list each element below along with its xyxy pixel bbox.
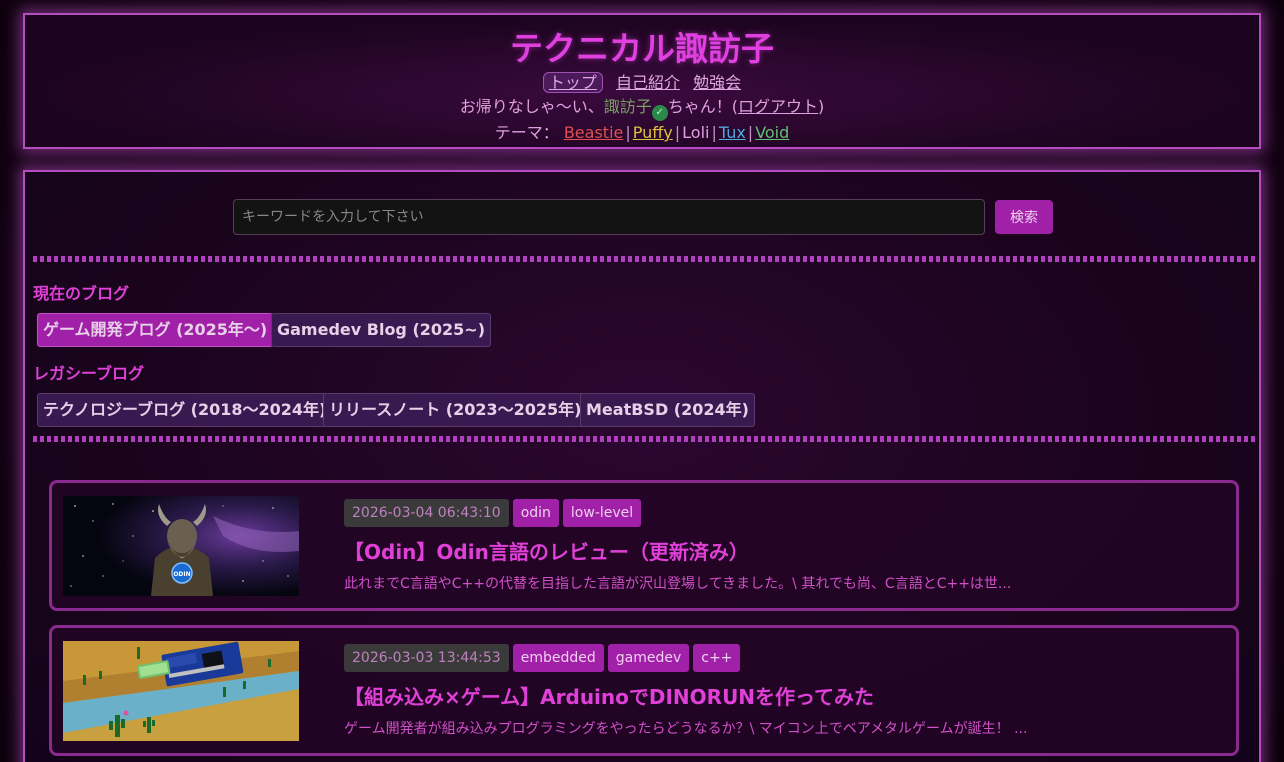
post-thumbnail-odin[interactable]: ODIN bbox=[63, 496, 299, 596]
tag-gamedev[interactable]: gamedev bbox=[607, 644, 690, 672]
tag-cpp[interactable]: c++ bbox=[693, 644, 741, 672]
search-input[interactable] bbox=[233, 199, 985, 235]
post-tags: 2026-03-03 13:44:53 embedded gamedev c++ bbox=[344, 644, 744, 672]
blog-meatbsd-button[interactable]: MeatBSD (2024年) bbox=[580, 393, 755, 427]
theme-tux[interactable]: Tux bbox=[719, 123, 746, 142]
legacy-blogs-label: レガシーブログ bbox=[33, 364, 145, 383]
main-nav: トップ 自己紹介 勉強会 bbox=[25, 71, 1259, 95]
post-thumbnail-dinorun[interactable] bbox=[63, 641, 299, 741]
theme-separator: | bbox=[711, 123, 717, 142]
post-excerpt: ゲーム開発者が組み込みプログラミングをやったらどうなるか？\ マイコン上でベアメ… bbox=[344, 721, 1028, 737]
username: 諏訪子 bbox=[603, 97, 652, 116]
post-card[interactable]: 2026-03-03 13:44:53 embedded gamedev c++ 【組… bbox=[49, 625, 1239, 756]
divider bbox=[33, 436, 1255, 442]
current-blogs-label: 現在のブログ bbox=[33, 284, 130, 303]
theme-separator: | bbox=[625, 123, 631, 142]
post-excerpt: 此れまでC言語やC++の代替を目指した言語が沢山登場してきました。\ 其れでも尚… bbox=[344, 576, 1012, 592]
nav-study[interactable]: 勉強会 bbox=[693, 73, 741, 92]
theme-separator: | bbox=[747, 123, 754, 142]
greeting-close: ) bbox=[818, 97, 825, 116]
site-title[interactable]: テクニカル諏訪子 bbox=[25, 29, 1259, 69]
blog-technology-button[interactable]: テクノロジーブログ (2018〜2024年) bbox=[37, 393, 333, 427]
main-content: 検索 現在のブログ ゲーム開発ブログ (2025年〜) Gamedev Blog… bbox=[23, 170, 1261, 762]
verified-check-icon: ✓ bbox=[651, 105, 668, 121]
blog-gamedev-en-button[interactable]: Gamedev Blog (2025~) bbox=[271, 313, 492, 347]
greeting-prefix: お帰りなしゃ〜い、 bbox=[459, 97, 604, 116]
theme-beastie[interactable]: Beastie bbox=[564, 123, 624, 142]
theme-loli: Loli bbox=[682, 123, 710, 142]
odin-badge-text: ODIN bbox=[173, 571, 190, 578]
nav-about[interactable]: 自己紹介 bbox=[616, 73, 680, 92]
post-card[interactable]: ODIN 2026-03-04 06:43:10 odin low-level 【O… bbox=[49, 480, 1239, 611]
theme-puffy[interactable]: Puffy bbox=[633, 123, 673, 142]
search-bar: 検索 bbox=[233, 199, 1053, 235]
post-tags: 2026-03-04 06:43:10 odin low-level bbox=[344, 499, 645, 527]
post-date: 2026-03-03 13:44:53 bbox=[344, 644, 509, 672]
post-title[interactable]: 【Odin】Odin言語のレビュー（更新済み） bbox=[344, 536, 749, 565]
odin-thumbnail-image: ODIN bbox=[63, 496, 299, 596]
greeting: お帰りなしゃ〜い、諏訪子 ✓ ちゃん！(ログアウト) bbox=[25, 95, 1259, 121]
post-title[interactable]: 【組み込み×ゲーム】ArduinoでDINORUNを作ってみた bbox=[344, 681, 874, 710]
theme-void[interactable]: Void bbox=[755, 123, 789, 142]
blog-release-notes-button[interactable]: リリースノート (2023〜2025年) bbox=[323, 393, 588, 427]
tag-embedded[interactable]: embedded bbox=[512, 644, 604, 672]
divider bbox=[33, 256, 1255, 262]
dinorun-thumbnail-image bbox=[63, 641, 299, 741]
theme-separator: | bbox=[674, 123, 681, 142]
logout-link[interactable]: ログアウト bbox=[738, 97, 818, 116]
greeting-suffix: ちゃん！( bbox=[667, 97, 738, 116]
site-header: テクニカル諏訪子 トップ 自己紹介 勉強会 お帰りなしゃ〜い、諏訪子 ✓ ちゃん！(… bbox=[23, 13, 1261, 149]
theme-switcher: テーマ： Beastie | Puffy | Loli | Tux | Void bbox=[25, 121, 1259, 145]
themes-label: テーマ： bbox=[494, 123, 559, 142]
search-button[interactable]: 検索 bbox=[995, 200, 1053, 234]
legacy-blogs-list: テクノロジーブログ (2018〜2024年) リリースノート (2023〜202… bbox=[37, 393, 837, 427]
blog-gamedev-jp-button[interactable]: ゲーム開発ブログ (2025年〜) bbox=[37, 313, 274, 347]
post-date: 2026-03-04 06:43:10 bbox=[344, 499, 509, 527]
current-blogs-list: ゲーム開発ブログ (2025年〜) Gamedev Blog (2025~) bbox=[37, 313, 637, 347]
tag-odin[interactable]: odin bbox=[512, 499, 559, 527]
nav-top[interactable]: トップ bbox=[542, 72, 603, 93]
tag-low-level[interactable]: low-level bbox=[562, 499, 642, 527]
